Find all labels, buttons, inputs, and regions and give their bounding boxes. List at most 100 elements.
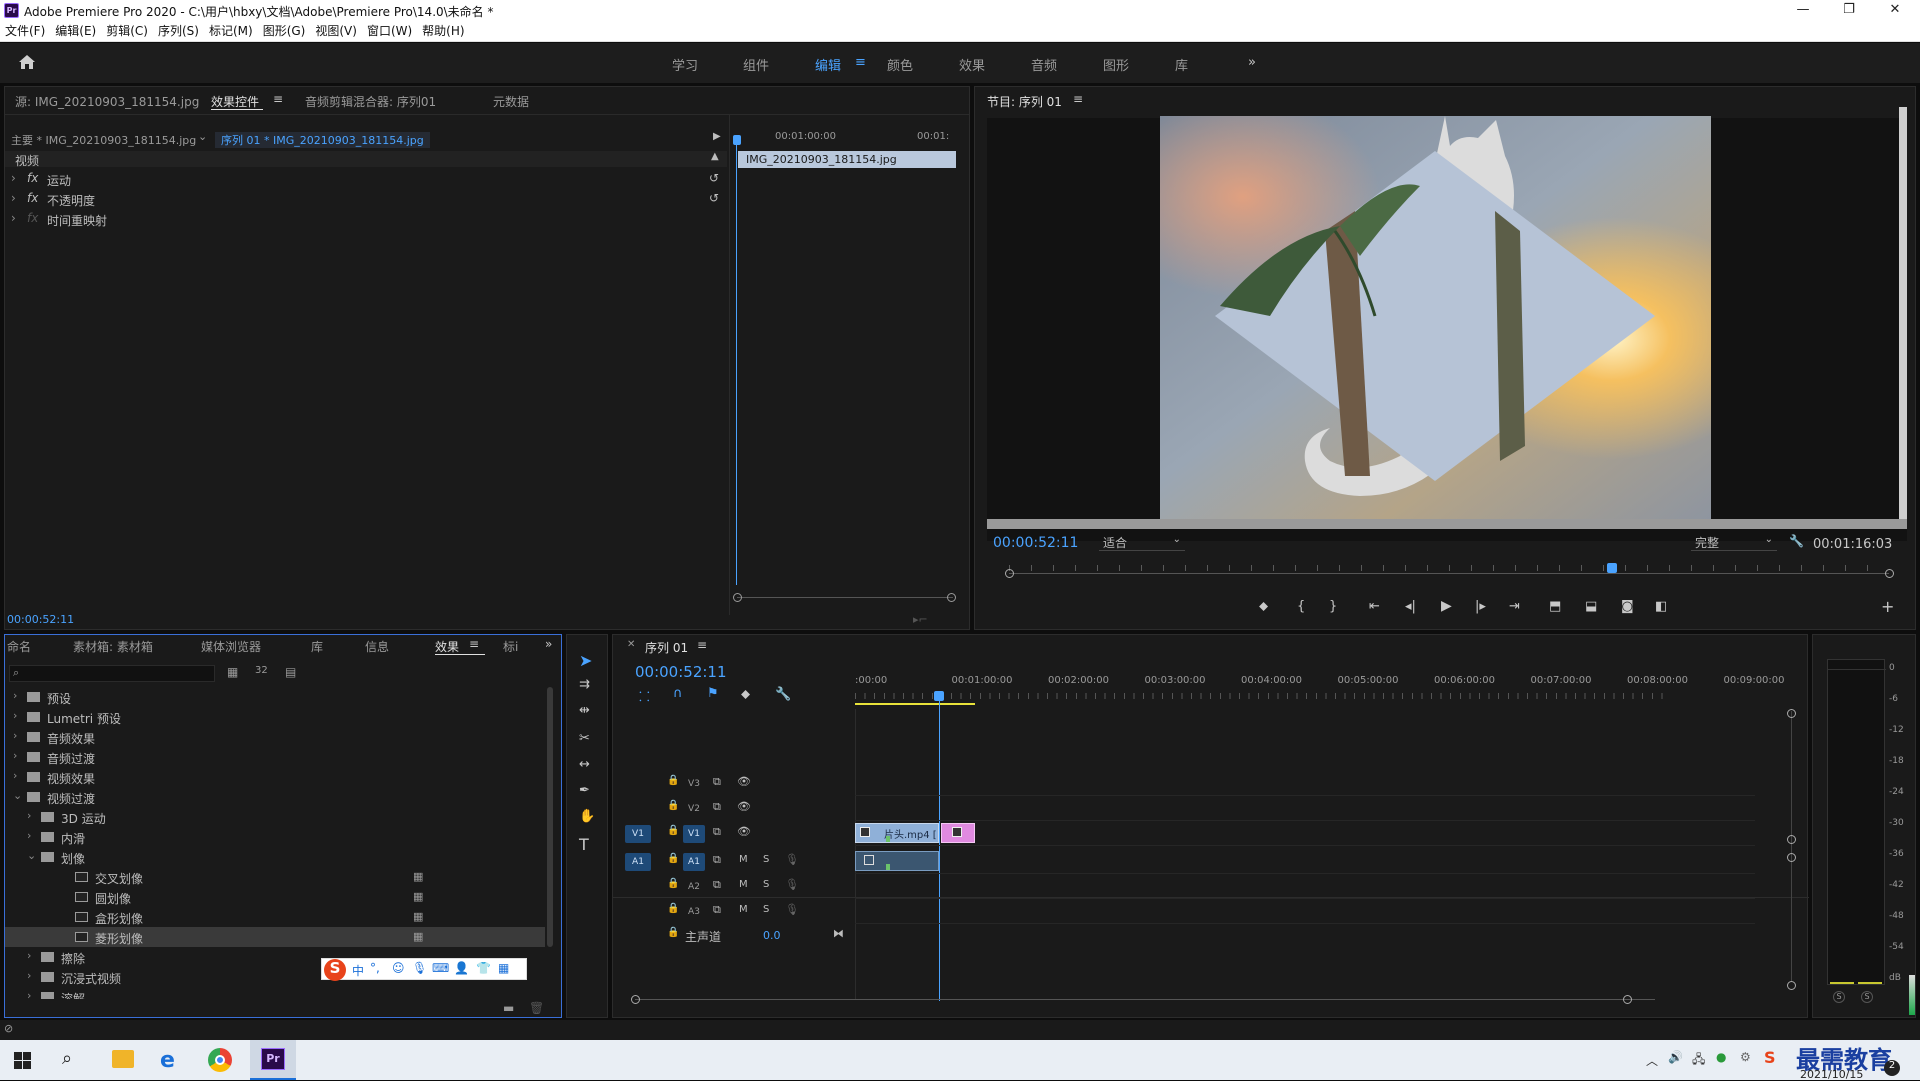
sync-lock-icon[interactable]: ⧉ <box>713 825 721 839</box>
selection-tool-icon[interactable]: ➤ <box>579 651 592 670</box>
panel-menu-icon[interactable]: ≡ <box>697 638 707 652</box>
go-to-out-icon[interactable]: ⇥ <box>1509 599 1520 614</box>
meter-side-slider[interactable] <box>1909 975 1915 1015</box>
lock-icon[interactable]: 🔒 <box>667 878 679 889</box>
sync-lock-icon[interactable]: ⧉ <box>713 878 721 892</box>
track-header-v1[interactable]: V1 🔒 V1 ⧉ 👁 <box>613 823 855 845</box>
close-icon[interactable]: ✕ <box>1872 0 1918 22</box>
scroll-handle[interactable] <box>1787 835 1796 844</box>
grid-icon[interactable]: ▦ <box>498 961 509 975</box>
slip-tool-icon[interactable]: ↔ <box>579 757 590 772</box>
ripple-edit-tool-icon[interactable]: ⇹ <box>579 703 590 718</box>
effect-folder[interactable]: › 3D 运动 <box>5 807 545 827</box>
trash-icon[interactable]: 🗑 <box>529 1001 544 1015</box>
mark-out-icon[interactable]: } <box>1329 599 1337 614</box>
source-patch[interactable]: A1 <box>625 853 651 871</box>
tab-effect-controls[interactable]: 效果控件 <box>211 93 259 110</box>
monitor-scrollbar[interactable] <box>987 519 1907 529</box>
expand-arrow-icon[interactable]: › <box>11 191 16 205</box>
nest-icon[interactable]: ⸬ <box>639 687 650 705</box>
yuv-effects-icon[interactable]: ▤ <box>285 665 296 679</box>
notification-badge[interactable]: 2 <box>1884 1060 1900 1076</box>
tab-markers[interactable]: 标i <box>503 638 518 655</box>
effect-folder[interactable]: › 音频效果 <box>5 727 545 747</box>
solo-button[interactable]: S <box>763 879 769 890</box>
lock-icon[interactable]: 🔒 <box>667 800 679 811</box>
razor-tool-icon[interactable]: ✂ <box>579 731 590 746</box>
collapsed-arrow-icon[interactable]: › <box>13 689 17 702</box>
expanded-arrow-icon[interactable]: ⌄ <box>27 849 36 862</box>
fx-icon[interactable]: fx <box>27 171 38 185</box>
effects-search-input[interactable]: ⌕ <box>9 665 215 682</box>
mark-in-icon[interactable]: { <box>1297 599 1305 614</box>
track-header-a1[interactable]: A1 🔒 A1 ⧉ M S 🎙 <box>613 851 855 873</box>
collapsed-arrow-icon[interactable]: › <box>27 809 31 822</box>
expand-arrow-icon[interactable]: › <box>11 171 16 185</box>
snap-magnet-icon[interactable]: ∩ <box>673 686 683 701</box>
workspace-graphics[interactable]: 图形 <box>1103 55 1129 74</box>
track-target[interactable]: V2 <box>683 800 705 818</box>
timeline-ruler[interactable]: :00:00 00:01:00:00 00:02:00:00 00:03:00:00 0… <box>855 675 1785 691</box>
track-target[interactable]: A2 <box>683 878 705 896</box>
track-target[interactable]: A3 <box>683 903 705 921</box>
export-frame-icon[interactable]: ▸⌐ <box>913 613 928 626</box>
program-timecode[interactable]: 00:00:52:11 <box>993 535 1078 551</box>
play-icon[interactable]: ▶ <box>1441 598 1452 614</box>
windows-start-icon[interactable] <box>14 1052 31 1069</box>
scroll-handle[interactable] <box>631 995 640 1004</box>
source-patch[interactable]: V1 <box>625 825 651 843</box>
effect-row-time-remap[interactable]: › fx 时间重映射 <box>5 209 727 229</box>
ec-clip-bar[interactable]: IMG_20210903_181154.jpg <box>738 151 956 168</box>
collapsed-arrow-icon[interactable]: › <box>27 969 31 982</box>
solo-button[interactable]: S <box>763 854 769 865</box>
restore-icon[interactable]: ❐ <box>1826 0 1872 22</box>
workspace-learn[interactable]: 学习 <box>672 55 698 74</box>
master-volume[interactable]: 0.0 <box>763 929 781 942</box>
ime-toolbar[interactable]: S 中 °, ☺ 🎙 ⌨ 👤 👕 ▦ <box>321 958 527 981</box>
tab-info[interactable]: 信息 <box>365 638 389 655</box>
clock-date[interactable]: 2021/10/15 <box>1800 1068 1863 1081</box>
tab-effects[interactable]: 效果 <box>435 638 459 655</box>
edge-icon[interactable]: e <box>160 1048 175 1073</box>
search-icon[interactable]: ⌕ <box>62 1048 72 1069</box>
scroll-handle[interactable] <box>1787 709 1796 718</box>
eye-icon[interactable]: 👁 <box>737 800 751 813</box>
sync-lock-icon[interactable]: ⧉ <box>713 853 721 867</box>
workspace-menu-icon[interactable]: ≡ <box>855 55 866 70</box>
program-playhead[interactable] <box>1606 563 1617 573</box>
step-forward-icon[interactable]: |▸ <box>1475 599 1486 614</box>
track-header-v3[interactable]: 🔒 V3 ⧉ 👁 <box>613 773 855 795</box>
ec-playhead-handle[interactable] <box>733 135 741 145</box>
monitor-v-scrollbar[interactable] <box>1899 107 1907 519</box>
close-tab-icon[interactable]: ✕ <box>627 639 635 650</box>
track-target[interactable]: V3 <box>683 775 705 793</box>
collapsed-arrow-icon[interactable]: › <box>13 749 17 762</box>
effect-folder[interactable]: › 音频过渡 <box>5 747 545 767</box>
video-frame[interactable] <box>1160 116 1711 520</box>
effect-item[interactable]: 菱形划像 ▦ <box>5 927 545 947</box>
effect-row-motion[interactable]: › fx 运动 ↺ <box>5 169 727 189</box>
play-only-icon[interactable]: ▶ <box>713 131 721 142</box>
tab-sequence[interactable]: 序列 01 <box>645 639 688 656</box>
chrome-icon[interactable] <box>208 1048 232 1072</box>
ime-punct[interactable]: °, <box>370 961 380 975</box>
workspace-color[interactable]: 颜色 <box>887 55 913 74</box>
accelerated-effects-icon[interactable]: ▦ <box>227 665 238 679</box>
program-title[interactable]: 节目: 序列 01 <box>987 93 1062 110</box>
sync-lock-icon[interactable]: ⧉ <box>713 903 721 917</box>
fx-icon[interactable]: fx <box>27 211 38 225</box>
workspace-assembly[interactable]: 组件 <box>743 55 769 74</box>
panel-menu-icon[interactable]: ≡ <box>469 637 479 651</box>
app-tray-icon[interactable]: ● <box>1716 1050 1726 1064</box>
lock-icon[interactable]: 🔒 <box>667 825 679 836</box>
scroll-handle[interactable] <box>733 593 742 602</box>
chevron-down-icon[interactable]: ⌄ <box>198 130 207 143</box>
more-tabs-icon[interactable]: » <box>545 637 552 651</box>
quality-select[interactable]: 完整 ⌄ <box>1691 534 1777 551</box>
expand-arrow-icon[interactable]: › <box>11 211 16 225</box>
tab-libraries[interactable]: 库 <box>311 638 323 655</box>
lock-icon[interactable]: 🔒 <box>667 853 679 864</box>
eye-icon[interactable]: 👁 <box>737 775 751 788</box>
scroll-handle[interactable] <box>1005 569 1014 578</box>
add-marker-icon[interactable]: ⬥ <box>1259 599 1268 614</box>
